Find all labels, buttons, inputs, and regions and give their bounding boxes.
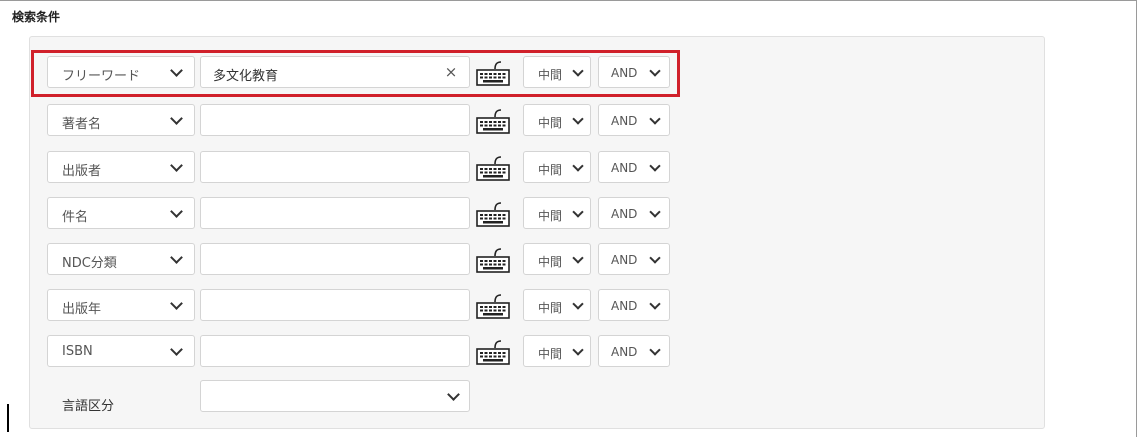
chevron-down-icon xyxy=(572,65,584,77)
boolean-operator-select[interactable]: AND xyxy=(598,104,670,136)
chevron-down-icon xyxy=(649,113,661,125)
keyboard-icon[interactable] xyxy=(475,59,511,87)
keyboard-icon[interactable] xyxy=(475,107,511,135)
match-type-select[interactable]: 中間 xyxy=(523,151,591,183)
match-type-label: 中間 xyxy=(538,209,563,223)
search-term-input[interactable] xyxy=(200,104,470,136)
left-edge-mark xyxy=(7,404,9,432)
chevron-down-icon xyxy=(649,160,661,172)
field-select[interactable]: 出版者 xyxy=(47,151,195,183)
field-select-label: フリーワード xyxy=(62,69,141,84)
boolean-operator-label: AND xyxy=(611,66,638,80)
chevron-down-icon xyxy=(649,298,661,310)
keyboard-icon[interactable] xyxy=(475,200,511,228)
chevron-down-icon xyxy=(572,298,584,310)
chevron-down-icon xyxy=(170,64,183,77)
keyboard-icon[interactable] xyxy=(475,154,511,182)
match-type-label: 中間 xyxy=(538,163,563,177)
search-row: ISBN 中間 AND xyxy=(47,335,672,367)
boolean-operator-select[interactable]: AND xyxy=(598,56,670,88)
chevron-down-icon xyxy=(649,206,661,218)
chevron-down-icon xyxy=(649,252,661,264)
field-select-label: 著者名 xyxy=(62,117,102,132)
boolean-operator-select[interactable]: AND xyxy=(598,197,670,229)
boolean-operator-select[interactable]: AND xyxy=(598,243,670,275)
search-term-input[interactable] xyxy=(200,197,470,229)
search-row: 件名 中間 AND xyxy=(47,197,672,229)
section-title: 検索条件 xyxy=(12,10,61,24)
match-type-select[interactable]: 中間 xyxy=(523,289,591,321)
search-term-input[interactable] xyxy=(200,335,470,367)
match-type-label: 中間 xyxy=(538,116,563,130)
chevron-down-icon xyxy=(170,297,183,310)
search-term-input[interactable] xyxy=(200,243,470,275)
chevron-down-icon xyxy=(170,159,183,172)
match-type-select[interactable]: 中間 xyxy=(523,335,591,367)
match-type-select[interactable]: 中間 xyxy=(523,56,591,88)
field-select-label: NDC分類 xyxy=(62,256,117,271)
match-type-label: 中間 xyxy=(538,255,563,269)
language-select[interactable] xyxy=(200,380,470,412)
field-select[interactable]: 件名 xyxy=(47,197,195,229)
match-type-select[interactable]: 中間 xyxy=(523,197,591,229)
chevron-down-icon xyxy=(572,206,584,218)
keyboard-icon[interactable] xyxy=(475,292,511,320)
boolean-operator-label: AND xyxy=(611,299,638,313)
boolean-operator-select[interactable]: AND xyxy=(598,151,670,183)
boolean-operator-label: AND xyxy=(611,253,638,267)
search-row: 出版年 中間 AND xyxy=(47,289,672,321)
field-select[interactable]: NDC分類 xyxy=(47,243,195,275)
chevron-down-icon xyxy=(170,205,183,218)
match-type-label: 中間 xyxy=(538,68,563,82)
chevron-down-icon xyxy=(447,388,460,401)
search-term-input[interactable] xyxy=(200,289,470,321)
boolean-operator-label: AND xyxy=(611,345,638,359)
keyboard-icon[interactable] xyxy=(475,338,511,366)
field-select[interactable]: 出版年 xyxy=(47,289,195,321)
field-select-label: 出版者 xyxy=(62,164,102,179)
chevron-down-icon xyxy=(649,344,661,356)
match-type-select[interactable]: 中間 xyxy=(523,104,591,136)
boolean-operator-label: AND xyxy=(611,114,638,128)
chevron-down-icon xyxy=(572,113,584,125)
chevron-down-icon xyxy=(170,112,183,125)
boolean-operator-label: AND xyxy=(611,161,638,175)
chevron-down-icon xyxy=(572,160,584,172)
search-row: フリーワード 多文化教育 × 中間 AND xyxy=(47,56,672,88)
match-type-label: 中間 xyxy=(538,301,563,315)
chevron-down-icon xyxy=(572,344,584,356)
field-select[interactable]: フリーワード xyxy=(47,56,195,88)
match-type-label: 中間 xyxy=(538,347,563,361)
language-label: 言語区分 xyxy=(62,399,115,414)
search-conditions-panel xyxy=(29,36,1045,429)
field-select[interactable]: ISBN xyxy=(47,335,195,367)
search-row: NDC分類 中間 AND xyxy=(47,243,672,275)
field-select-label: ISBN xyxy=(62,344,93,359)
chevron-down-icon xyxy=(572,252,584,264)
chevron-down-icon xyxy=(170,343,183,356)
boolean-operator-select[interactable]: AND xyxy=(598,289,670,321)
search-term-input[interactable] xyxy=(200,151,470,183)
search-row: 著者名 中間 AND xyxy=(47,104,672,136)
field-select-label: 件名 xyxy=(62,210,89,225)
field-select-label: 出版年 xyxy=(62,302,102,317)
boolean-operator-select[interactable]: AND xyxy=(598,335,670,367)
close-icon[interactable]: × xyxy=(443,63,459,81)
search-term-input[interactable]: 多文化教育 × xyxy=(200,56,470,88)
chevron-down-icon xyxy=(170,251,183,264)
match-type-select[interactable]: 中間 xyxy=(523,243,591,275)
chevron-down-icon xyxy=(649,65,661,77)
field-select[interactable]: 著者名 xyxy=(47,104,195,136)
boolean-operator-label: AND xyxy=(611,207,638,221)
search-row: 出版者 中間 AND xyxy=(47,151,672,183)
search-term-value: 多文化教育 xyxy=(213,69,279,84)
keyboard-icon[interactable] xyxy=(475,246,511,274)
